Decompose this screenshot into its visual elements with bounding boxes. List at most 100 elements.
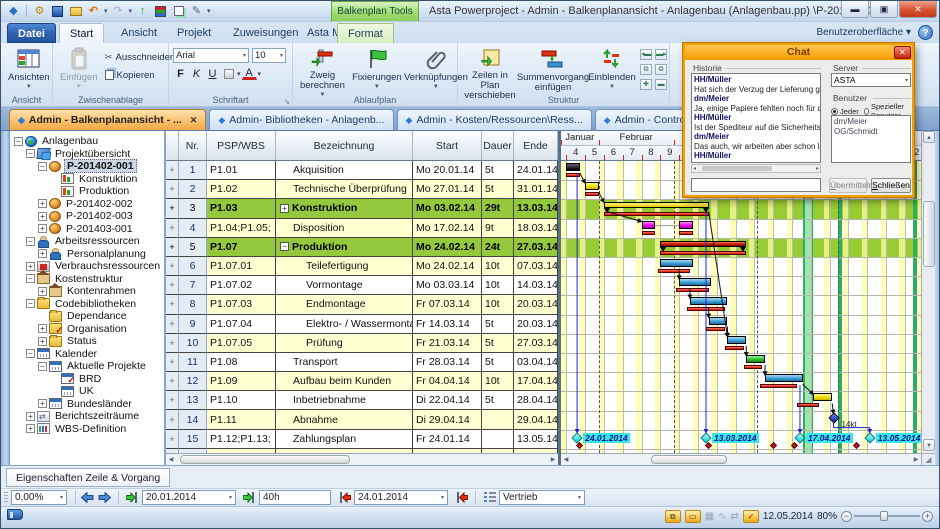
row-expand-icon[interactable]: + [166, 391, 179, 410]
library-book-icon[interactable] [7, 509, 23, 520]
cell-dauer[interactable]: 5t [482, 353, 514, 372]
kopieren-button[interactable]: Kopieren [105, 67, 176, 83]
cell-wbs[interactable]: P1.01 [207, 161, 276, 180]
cell-ende[interactable]: 31.01.14 [514, 180, 558, 199]
gantt-hscrollbar[interactable]: ◀ ▶ [561, 453, 921, 465]
cell-ende[interactable]: 27.03.14 [514, 238, 558, 257]
summenvorgang-button[interactable]: Summenvorgang einfügen [522, 45, 584, 95]
chat-history-list[interactable]: HH/MüllerHat sich der Verzug der Lieferu… [691, 73, 821, 163]
tree-item-status[interactable]: +Status [10, 335, 164, 348]
tab-ansicht[interactable]: Ansicht [111, 23, 167, 43]
percent-complete-combo[interactable]: 0,00%▾ [11, 490, 67, 505]
chat-message-input[interactable] [691, 178, 821, 192]
uebermitteln-button[interactable]: Übermitteln [829, 178, 867, 193]
cell-wbs[interactable]: P1.07.03 [207, 295, 276, 314]
tab-datei[interactable]: Datei [7, 23, 56, 43]
cell-dauer[interactable]: 10t [482, 276, 514, 295]
column-header[interactable]: Nr. [179, 131, 207, 160]
cell-name[interactable]: Disposition [276, 219, 413, 238]
bars-toggle-icon[interactable]: ▭ [685, 510, 701, 523]
tree-item-arbeitsressourcen[interactable]: −Arbeitsressourcen [10, 235, 164, 248]
cell-start[interactable]: Mo 03.02.14 [413, 199, 482, 218]
cell-start[interactable]: Mo 24.02.14 [413, 257, 482, 276]
cell-name[interactable]: Inbetriebnahme [276, 391, 413, 410]
cell-start[interactable]: Fr 04.04.14 [413, 372, 482, 391]
cell-start[interactable]: Fr 21.03.14 [413, 334, 482, 353]
tab-close-icon[interactable]: ✕ [190, 115, 198, 126]
end-constraint-icon[interactable] [338, 491, 351, 504]
scroll-left-icon[interactable]: ◀ [166, 455, 176, 465]
zoom-in-icon[interactable]: + [922, 511, 933, 522]
table-row[interactable]: +5P1.07−ProduktionMo 24.02.1424t27.03.14 [166, 238, 558, 257]
category-list-icon[interactable] [483, 491, 496, 504]
chat-user[interactable]: dm/Meier [834, 117, 908, 127]
column-header[interactable]: Bezeichnung [276, 131, 413, 160]
table-row[interactable]: +14P1.11AbnahmeDi 29.04.1429.04.14 [166, 410, 558, 429]
cell-start[interactable]: Fr 24.01.14 [413, 430, 482, 449]
edit-check-icon[interactable]: ✎ [189, 4, 204, 19]
benutzeroberflaeche-menu[interactable]: Benutzeroberfläche ▾ [816, 27, 911, 38]
prev-task-icon[interactable] [80, 491, 95, 505]
curves-icon[interactable]: ∿ [718, 511, 726, 522]
column-header[interactable] [166, 131, 179, 160]
collapse-all-icon[interactable]: ▬ [655, 79, 667, 90]
gantt-bar[interactable] [604, 202, 709, 208]
cell-dauer[interactable] [482, 410, 514, 429]
cell-ende[interactable]: 13.05.14 [514, 430, 558, 449]
tree-expander-icon[interactable]: + [38, 224, 47, 233]
tree-expander-icon[interactable]: + [38, 399, 47, 408]
cell-ende[interactable]: 28.04.14 [514, 391, 558, 410]
histogram-icon[interactable]: ▦ [705, 511, 714, 522]
next-task-icon[interactable] [97, 491, 112, 505]
zoom-out-icon[interactable]: − [841, 511, 852, 522]
tree-item-kostenstruktur[interactable]: −Kostenstruktur [10, 273, 164, 286]
ansichten-button[interactable]: Ansichten▼ [5, 45, 53, 95]
view-tab[interactable]: ◆Admin- Bibliotheken - Anlagenb... [209, 109, 393, 130]
copy-plan-icon[interactable] [171, 4, 186, 19]
gantt-bar[interactable] [765, 374, 803, 382]
settings-icon[interactable]: ⚙ [32, 4, 47, 19]
gantt-bar[interactable] [679, 221, 692, 229]
cell-start[interactable]: Mo 03.03.14 [413, 276, 482, 295]
cell-wbs[interactable]: P1.08 [207, 353, 276, 372]
tree-expander-icon[interactable]: − [14, 137, 23, 146]
close-button[interactable]: ✕ [899, 1, 937, 18]
tree-expander-icon[interactable]: + [38, 324, 47, 333]
tab-start[interactable]: Start [59, 23, 104, 43]
tree-item-dependance[interactable]: Dependance [10, 310, 164, 323]
scroll-thumb[interactable] [651, 455, 727, 464]
cell-name[interactable]: Endmontage [276, 295, 413, 314]
cell-dauer[interactable]: 10t [482, 372, 514, 391]
tree-expander-icon[interactable]: + [38, 199, 47, 208]
tree-expander-icon[interactable]: + [38, 337, 47, 346]
table-row[interactable]: +7P1.07.02VormontageMo 03.03.1410t14.03.… [166, 276, 558, 295]
tree-expander-icon[interactable]: + [38, 212, 47, 221]
schriftart-dialog-launcher-icon[interactable]: ⇘ [284, 98, 290, 106]
gantt-bar[interactable] [727, 336, 746, 344]
gantt-bar[interactable] [585, 182, 598, 190]
row-expand-icon[interactable]: + [166, 199, 179, 218]
cell-wbs[interactable]: P1.07.01 [207, 257, 276, 276]
view-tab[interactable]: ◆Admin - Kosten/Ressourcen\Ress... [397, 109, 592, 130]
end-date-combo[interactable]: 24.01.2014▾ [354, 490, 448, 505]
payment-milestone-diamond[interactable] [700, 432, 711, 443]
cell-ende[interactable]: 07.03.14 [514, 257, 558, 276]
table-hscrollbar[interactable]: ◀ ▶ [166, 453, 558, 465]
cell-wbs[interactable]: P1.11 [207, 410, 276, 429]
cell-dauer[interactable]: 10t [482, 257, 514, 276]
tree-item-uk[interactable]: UK [10, 385, 164, 398]
row-expand-icon[interactable]: + [166, 257, 179, 276]
chat-title-bar[interactable]: Chat [685, 45, 912, 60]
cell-name[interactable]: −Produktion [276, 238, 413, 257]
cell-start[interactable]: Fr 28.03.14 [413, 353, 482, 372]
duration-icon[interactable] [243, 491, 256, 504]
gantt-bar[interactable] [690, 297, 728, 305]
undo-dropdown-icon[interactable]: ▾ [104, 7, 108, 15]
tab-zuweisungen[interactable]: Zuweisungen [223, 23, 308, 43]
tree-item-p-201402-001[interactable]: −P-201402-001 [10, 160, 164, 173]
tree-expander-icon[interactable]: − [38, 162, 47, 171]
tree-item-aktuelle-projekte[interactable]: −Aktuelle Projekte [10, 360, 164, 373]
column-header[interactable]: Ende [514, 131, 558, 160]
cell-start[interactable]: Di 22.04.14 [413, 391, 482, 410]
row-expand-icon[interactable]: + [166, 315, 179, 334]
